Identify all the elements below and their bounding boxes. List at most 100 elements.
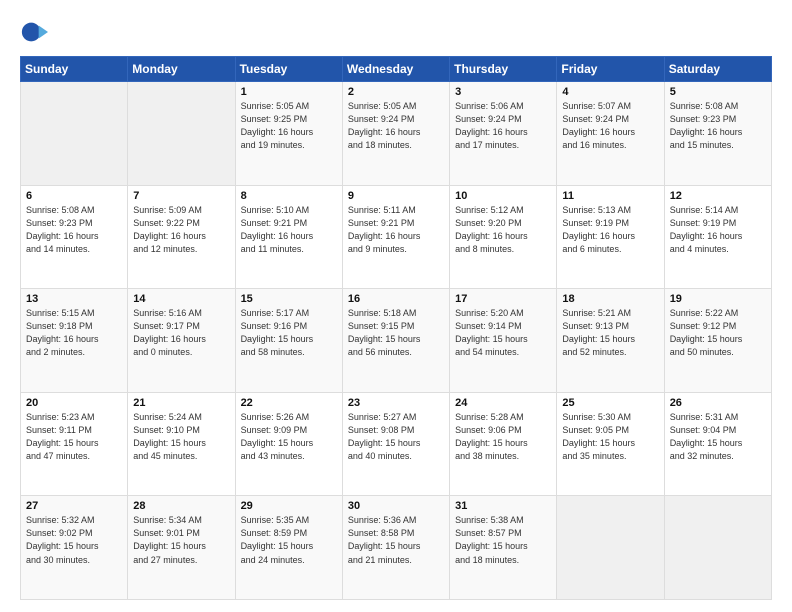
day-number: 1: [241, 86, 337, 98]
day-number: 29: [241, 500, 337, 512]
calendar-cell: 7 Sunrise: 5:09 AM Sunset: 9:22 PM Daylig…: [128, 185, 235, 289]
week-row-3: 20 Sunrise: 5:23 AM Sunset: 9:11 PM Dayli…: [21, 392, 772, 496]
day-number: 28: [133, 500, 229, 512]
day-number: 7: [133, 190, 229, 202]
weekday-wednesday: Wednesday: [342, 57, 449, 82]
day-number: 4: [562, 86, 658, 98]
day-number: 11: [562, 190, 658, 202]
calendar-cell: 14 Sunrise: 5:16 AM Sunset: 9:17 PM Dayli…: [128, 289, 235, 393]
day-number: 10: [455, 190, 551, 202]
week-row-1: 6 Sunrise: 5:08 AM Sunset: 9:23 PM Daylig…: [21, 185, 772, 289]
day-info: Sunrise: 5:07 AM Sunset: 9:24 PM Dayligh…: [562, 100, 658, 152]
day-info: Sunrise: 5:10 AM Sunset: 9:21 PM Dayligh…: [241, 204, 337, 256]
calendar-cell: 22 Sunrise: 5:26 AM Sunset: 9:09 PM Dayli…: [235, 392, 342, 496]
day-number: 30: [348, 500, 444, 512]
day-info: Sunrise: 5:36 AM Sunset: 8:58 PM Dayligh…: [348, 514, 444, 566]
day-info: Sunrise: 5:12 AM Sunset: 9:20 PM Dayligh…: [455, 204, 551, 256]
day-info: Sunrise: 5:16 AM Sunset: 9:17 PM Dayligh…: [133, 307, 229, 359]
day-info: Sunrise: 5:31 AM Sunset: 9:04 PM Dayligh…: [670, 411, 766, 463]
day-number: 23: [348, 397, 444, 409]
calendar-cell: [21, 82, 128, 186]
day-info: Sunrise: 5:30 AM Sunset: 9:05 PM Dayligh…: [562, 411, 658, 463]
day-info: Sunrise: 5:34 AM Sunset: 9:01 PM Dayligh…: [133, 514, 229, 566]
calendar-cell: [664, 496, 771, 600]
calendar-cell: 20 Sunrise: 5:23 AM Sunset: 9:11 PM Dayli…: [21, 392, 128, 496]
calendar-cell: 18Sunrise: 5:21 AM Sunset: 9:13 PM Dayli…: [557, 289, 664, 393]
calendar-cell: [557, 496, 664, 600]
day-info: Sunrise: 5:11 AM Sunset: 9:21 PM Dayligh…: [348, 204, 444, 256]
calendar-body: 1 Sunrise: 5:05 AM Sunset: 9:25 PM Daylig…: [21, 82, 772, 600]
calendar-header: SundayMondayTuesdayWednesdayThursdayFrid…: [21, 57, 772, 82]
calendar-cell: 6 Sunrise: 5:08 AM Sunset: 9:23 PM Daylig…: [21, 185, 128, 289]
day-number: 20: [26, 397, 122, 409]
day-number: 27: [26, 500, 122, 512]
day-info: Sunrise: 5:15 AM Sunset: 9:18 PM Dayligh…: [26, 307, 122, 359]
calendar-cell: 4 Sunrise: 5:07 AM Sunset: 9:24 PM Daylig…: [557, 82, 664, 186]
day-info: Sunrise: 5:22 AM Sunset: 9:12 PM Dayligh…: [670, 307, 766, 359]
header: [20, 18, 772, 46]
calendar-cell: 3 Sunrise: 5:06 AM Sunset: 9:24 PM Daylig…: [450, 82, 557, 186]
day-info: Sunrise: 5:09 AM Sunset: 9:22 PM Dayligh…: [133, 204, 229, 256]
day-number: 14: [133, 293, 229, 305]
calendar-cell: 2 Sunrise: 5:05 AM Sunset: 9:24 PM Daylig…: [342, 82, 449, 186]
weekday-tuesday: Tuesday: [235, 57, 342, 82]
day-number: 9: [348, 190, 444, 202]
day-info: Sunrise: 5:18 AM Sunset: 9:15 PM Dayligh…: [348, 307, 444, 359]
day-number: 12: [670, 190, 766, 202]
page: SundayMondayTuesdayWednesdayThursdayFrid…: [0, 0, 792, 612]
logo-icon: [20, 18, 48, 46]
day-info: Sunrise: 5:05 AM Sunset: 9:24 PM Dayligh…: [348, 100, 444, 152]
calendar-cell: 31Sunrise: 5:38 AM Sunset: 8:57 PM Dayli…: [450, 496, 557, 600]
day-number: 19: [670, 293, 766, 305]
day-info: Sunrise: 5:13 AM Sunset: 9:19 PM Dayligh…: [562, 204, 658, 256]
calendar-cell: 8Sunrise: 5:10 AM Sunset: 9:21 PM Daylig…: [235, 185, 342, 289]
calendar-cell: 17 Sunrise: 5:20 AM Sunset: 9:14 PM Dayli…: [450, 289, 557, 393]
day-number: 21: [133, 397, 229, 409]
day-info: Sunrise: 5:08 AM Sunset: 9:23 PM Dayligh…: [670, 100, 766, 152]
week-row-2: 13 Sunrise: 5:15 AM Sunset: 9:18 PM Dayli…: [21, 289, 772, 393]
weekday-thursday: Thursday: [450, 57, 557, 82]
weekday-saturday: Saturday: [664, 57, 771, 82]
day-number: 13: [26, 293, 122, 305]
calendar-cell: 5 Sunrise: 5:08 AM Sunset: 9:23 PM Daylig…: [664, 82, 771, 186]
calendar-cell: 16 Sunrise: 5:18 AM Sunset: 9:15 PM Dayli…: [342, 289, 449, 393]
calendar-table: SundayMondayTuesdayWednesdayThursdayFrid…: [20, 56, 772, 600]
weekday-header-row: SundayMondayTuesdayWednesdayThursdayFrid…: [21, 57, 772, 82]
day-number: 16: [348, 293, 444, 305]
day-number: 22: [241, 397, 337, 409]
day-info: Sunrise: 5:21 AM Sunset: 9:13 PM Dayligh…: [562, 307, 658, 359]
day-number: 25: [562, 397, 658, 409]
calendar-cell: 27Sunrise: 5:32 AM Sunset: 9:02 PM Dayli…: [21, 496, 128, 600]
day-info: Sunrise: 5:24 AM Sunset: 9:10 PM Dayligh…: [133, 411, 229, 463]
day-info: Sunrise: 5:05 AM Sunset: 9:25 PM Dayligh…: [241, 100, 337, 152]
day-info: Sunrise: 5:38 AM Sunset: 8:57 PM Dayligh…: [455, 514, 551, 566]
calendar-cell: 26 Sunrise: 5:31 AM Sunset: 9:04 PM Dayli…: [664, 392, 771, 496]
logo: [20, 18, 52, 46]
calendar-cell: 21 Sunrise: 5:24 AM Sunset: 9:10 PM Dayli…: [128, 392, 235, 496]
day-number: 26: [670, 397, 766, 409]
day-info: Sunrise: 5:26 AM Sunset: 9:09 PM Dayligh…: [241, 411, 337, 463]
day-info: Sunrise: 5:20 AM Sunset: 9:14 PM Dayligh…: [455, 307, 551, 359]
day-number: 2: [348, 86, 444, 98]
day-info: Sunrise: 5:27 AM Sunset: 9:08 PM Dayligh…: [348, 411, 444, 463]
day-number: 3: [455, 86, 551, 98]
weekday-monday: Monday: [128, 57, 235, 82]
calendar-cell: 9 Sunrise: 5:11 AM Sunset: 9:21 PM Daylig…: [342, 185, 449, 289]
day-info: Sunrise: 5:06 AM Sunset: 9:24 PM Dayligh…: [455, 100, 551, 152]
day-number: 17: [455, 293, 551, 305]
day-info: Sunrise: 5:28 AM Sunset: 9:06 PM Dayligh…: [455, 411, 551, 463]
calendar-cell: 23 Sunrise: 5:27 AM Sunset: 9:08 PM Dayli…: [342, 392, 449, 496]
day-number: 5: [670, 86, 766, 98]
day-number: 15: [241, 293, 337, 305]
calendar-cell: 19 Sunrise: 5:22 AM Sunset: 9:12 PM Dayli…: [664, 289, 771, 393]
week-row-0: 1 Sunrise: 5:05 AM Sunset: 9:25 PM Daylig…: [21, 82, 772, 186]
day-info: Sunrise: 5:08 AM Sunset: 9:23 PM Dayligh…: [26, 204, 122, 256]
day-info: Sunrise: 5:14 AM Sunset: 9:19 PM Dayligh…: [670, 204, 766, 256]
calendar-cell: 25 Sunrise: 5:30 AM Sunset: 9:05 PM Dayli…: [557, 392, 664, 496]
calendar-cell: 30 Sunrise: 5:36 AM Sunset: 8:58 PM Dayli…: [342, 496, 449, 600]
calendar-cell: 28 Sunrise: 5:34 AM Sunset: 9:01 PM Dayli…: [128, 496, 235, 600]
day-info: Sunrise: 5:17 AM Sunset: 9:16 PM Dayligh…: [241, 307, 337, 359]
calendar-cell: 13 Sunrise: 5:15 AM Sunset: 9:18 PM Dayli…: [21, 289, 128, 393]
day-number: 6: [26, 190, 122, 202]
day-info: Sunrise: 5:23 AM Sunset: 9:11 PM Dayligh…: [26, 411, 122, 463]
